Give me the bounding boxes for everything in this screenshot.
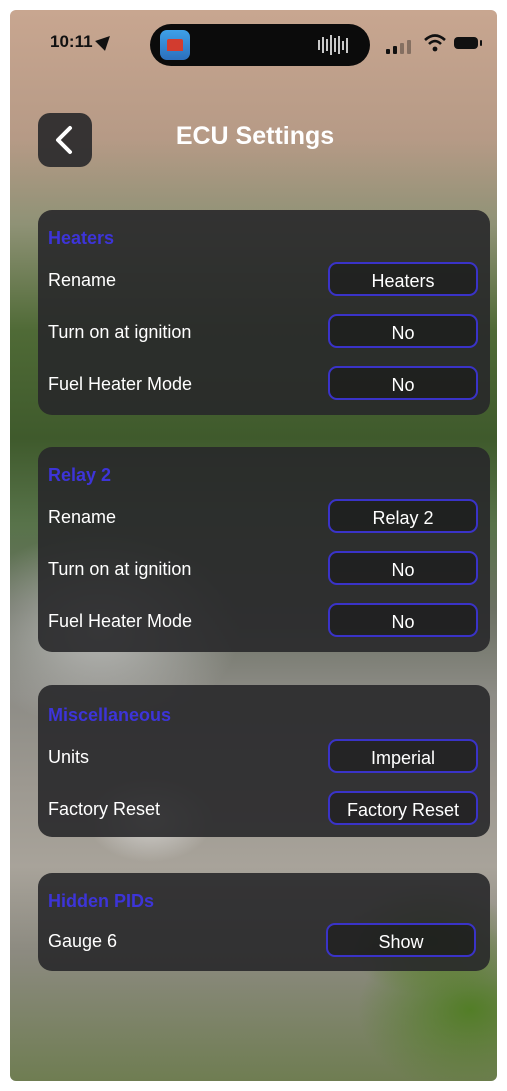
app-icon <box>160 30 190 60</box>
section-heaters: Heaters Rename Heaters Turn on at igniti… <box>38 210 490 415</box>
row-label-rename: Rename <box>48 507 117 527</box>
ignition-toggle-button[interactable]: No <box>328 314 478 348</box>
row-label-units: Units <box>48 747 90 767</box>
wifi-icon <box>424 34 446 52</box>
row-label-gauge-6: Gauge 6 <box>48 931 118 951</box>
row-label-rename: Rename <box>48 270 117 290</box>
rename-button[interactable]: Relay 2 <box>328 499 478 533</box>
fuel-heater-mode-button[interactable]: No <box>328 366 478 400</box>
dynamic-island <box>150 24 370 66</box>
section-title: Hidden PIDs <box>48 891 155 911</box>
section-title: Relay 2 <box>48 465 112 485</box>
units-button[interactable]: Imperial <box>328 739 478 773</box>
audio-wave-icon <box>318 34 348 56</box>
row-label-factory-reset: Factory Reset <box>48 799 161 819</box>
page-title: ECU Settings <box>175 122 335 150</box>
location-arrow-icon <box>95 31 115 51</box>
back-button[interactable] <box>38 113 92 167</box>
status-time: 10:11 <box>50 32 93 51</box>
rename-button[interactable]: Heaters <box>328 262 478 296</box>
row-label-fuel-heater: Fuel Heater Mode <box>48 611 193 631</box>
signal-icon <box>386 40 411 54</box>
ignition-toggle-button[interactable]: No <box>328 551 478 585</box>
fuel-heater-mode-button[interactable]: No <box>328 603 478 637</box>
section-title: Miscellaneous <box>48 705 172 725</box>
row-label-fuel-heater: Fuel Heater Mode <box>48 374 193 394</box>
show-gauge-button[interactable]: Show <box>326 923 476 957</box>
section-title: Heaters <box>48 228 115 248</box>
section-relay-2: Relay 2 Rename Relay 2 Turn on at igniti… <box>38 447 490 652</box>
section-miscellaneous: Miscellaneous Units Imperial Factory Res… <box>38 685 490 837</box>
battery-icon <box>454 37 482 49</box>
section-hidden-pids: Hidden PIDs Gauge 6 Show <box>38 873 490 971</box>
factory-reset-button[interactable]: Factory Reset <box>328 791 478 825</box>
row-label-ignition: Turn on at ignition <box>48 559 192 579</box>
row-label-ignition: Turn on at ignition <box>48 322 192 342</box>
status-bar: 10:11 <box>0 20 507 66</box>
chevron-left-icon <box>56 126 72 154</box>
